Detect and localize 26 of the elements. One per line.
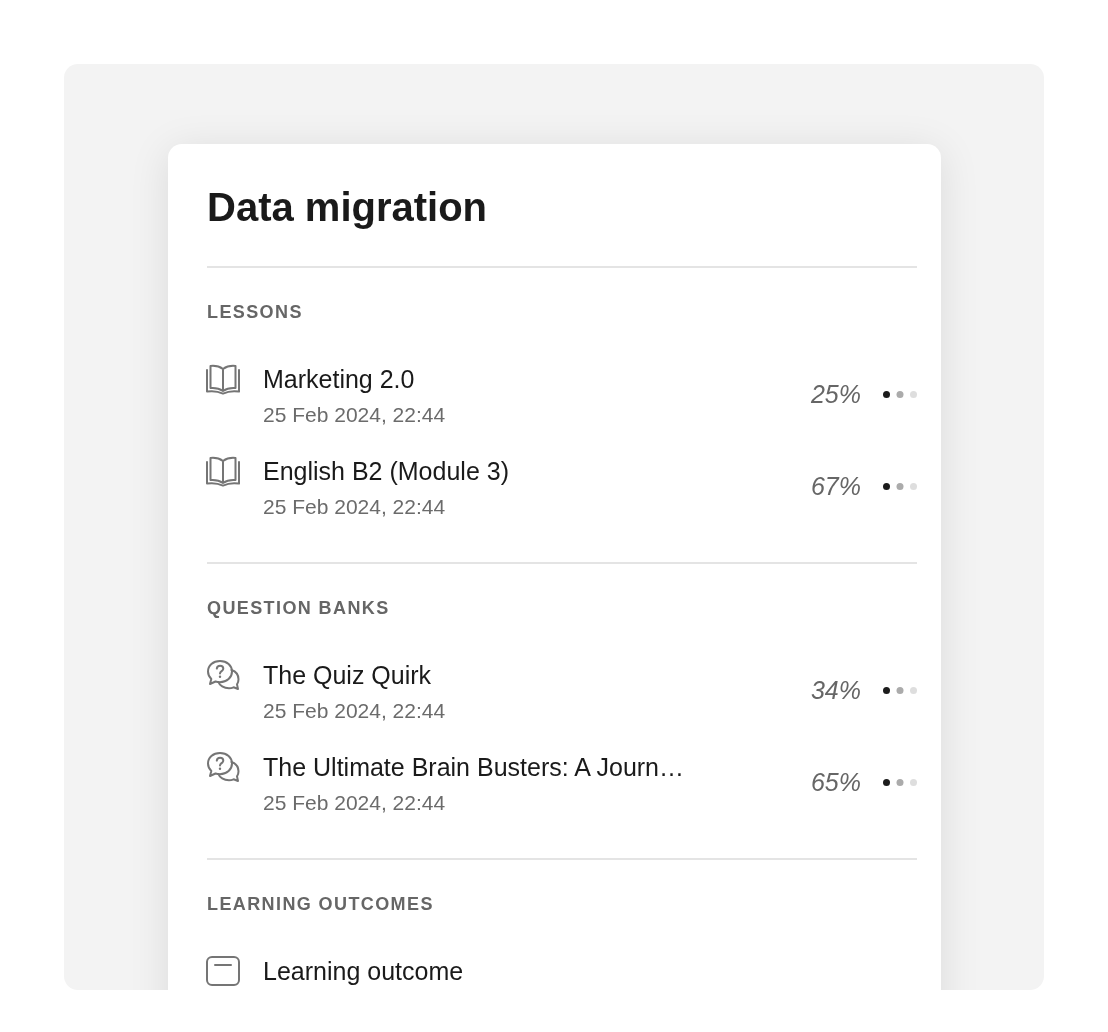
loading-dots-icon [883, 778, 917, 786]
progress-percent: 25% [810, 379, 861, 410]
item-date: 25 Feb 2024, 22:44 [263, 790, 447, 816]
item-name: Marketing 2.0 [263, 364, 416, 395]
item-name: English B2 (Module 3) [263, 456, 510, 487]
progress-percent: 67% [810, 471, 861, 502]
item-date: 25 Feb 2024, 22:44 [263, 494, 447, 520]
section-heading: QUESTION BANKS [207, 597, 391, 619]
book-icon [205, 455, 241, 487]
card-title: Data migration [207, 184, 489, 231]
item-name: The Quiz Quirk [263, 660, 433, 691]
question-bubbles-icon [205, 659, 241, 691]
loading-dots-icon [883, 390, 917, 398]
item-name: The Ultimate Brain Busters: A Journ… [263, 752, 685, 783]
question-bubbles-icon [205, 751, 241, 783]
section-heading: LEARNING OUTCOMES [207, 893, 435, 915]
item-date: 25 Feb 2024, 22:44 [263, 698, 447, 724]
item-name: Learning outcome [263, 956, 465, 987]
loading-dots-icon [883, 482, 917, 490]
loading-dots-icon [883, 686, 917, 694]
progress-percent: 34% [810, 675, 861, 706]
document-icon [205, 955, 241, 987]
progress-percent: 65% [810, 767, 861, 798]
book-icon [205, 363, 241, 395]
section-heading: LESSONS [207, 301, 304, 323]
item-date: 25 Feb 2024, 22:44 [263, 402, 447, 428]
